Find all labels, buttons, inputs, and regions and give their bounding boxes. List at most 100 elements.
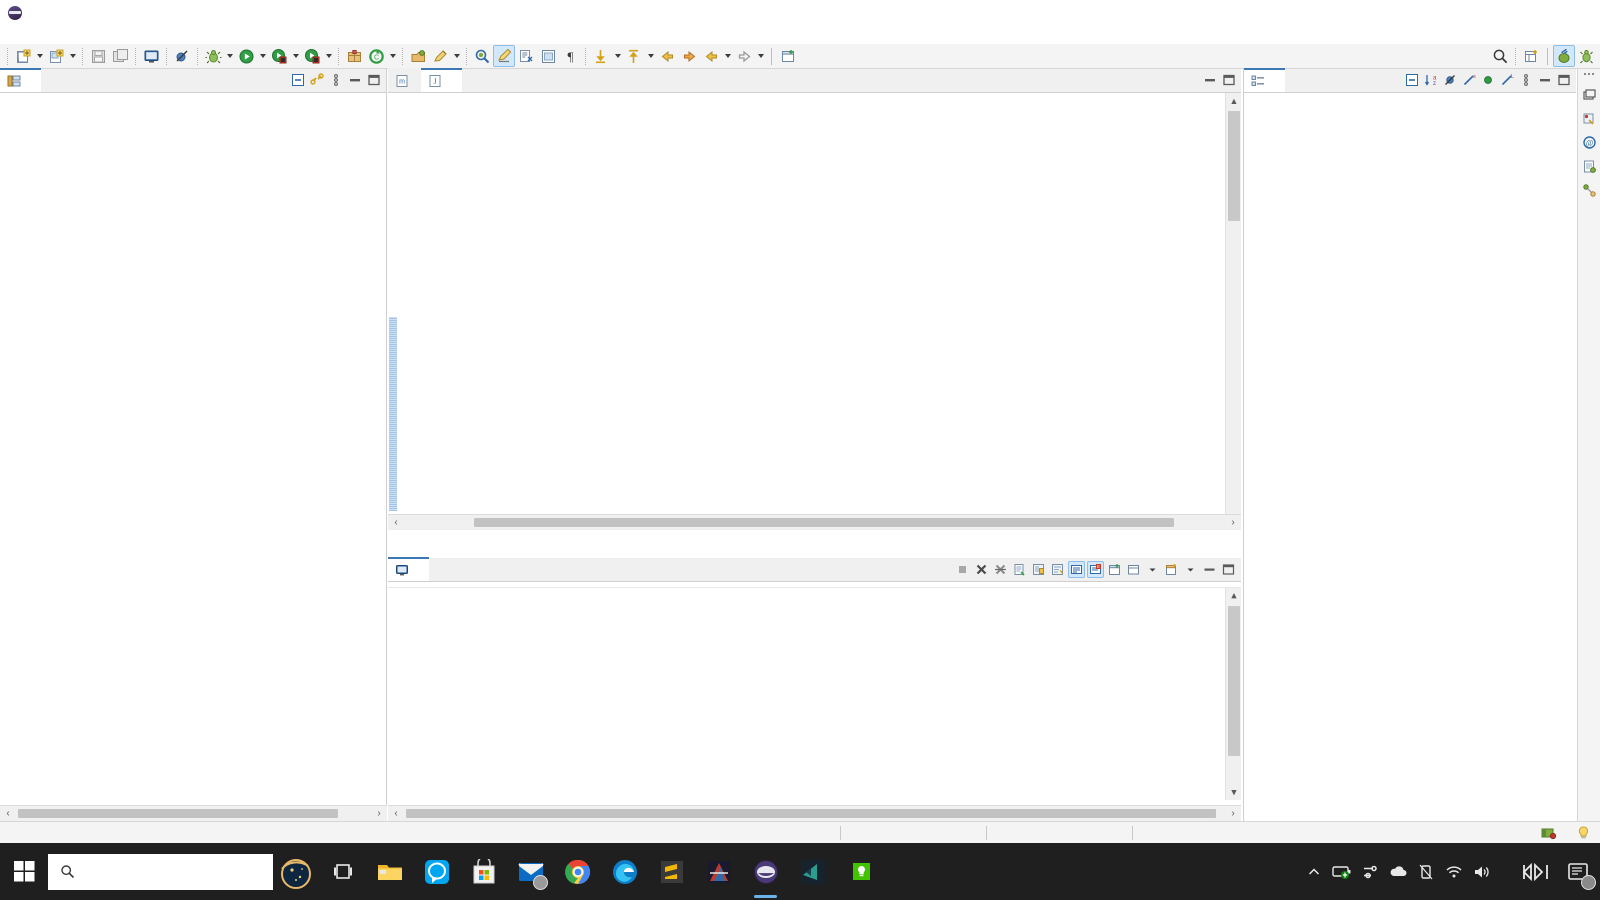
taskbar-clock[interactable] [1496,843,1516,900]
back-navigation-dropdown-icon[interactable] [722,45,733,67]
open-console-icon[interactable] [1106,561,1123,578]
wifi-icon[interactable] [1440,843,1468,900]
remove-all-terminated-icon[interactable] [992,561,1009,578]
editor-hscrollbar[interactable]: ‹ › [388,514,1241,530]
messenger-icon[interactable] [413,843,460,900]
toggle-mark-occurrences-icon[interactable] [493,45,515,67]
collapse-all-icon[interactable] [289,72,306,89]
menu-source[interactable] [39,34,55,36]
tab-pom-xml[interactable]: m [388,68,421,92]
scroll-thumb[interactable] [18,809,338,818]
editor-vscrollbar[interactable]: ▲ ▼ [1225,93,1241,530]
pencil-tool-icon[interactable] [429,45,451,67]
maximize-icon[interactable] [1220,72,1237,89]
status-heap-indicator[interactable] [1531,822,1567,844]
scroll-left-icon[interactable]: ‹ [388,806,404,821]
debug-icon[interactable] [202,45,224,67]
minimize-icon[interactable] [1536,72,1553,89]
tab-outline[interactable] [1244,68,1285,92]
scroll-up-icon[interactable]: ▲ [1226,93,1241,108]
save-icon[interactable] [87,45,109,67]
hide-nonpublic-icon[interactable] [1479,72,1496,89]
run-external-tools-dropdown-icon[interactable] [323,45,334,67]
search-javadoc-icon[interactable] [471,45,493,67]
restore-view-icon[interactable] [1581,86,1598,103]
view-menu-icon[interactable] [327,72,344,89]
new-window-icon[interactable] [777,45,799,67]
edge-icon[interactable] [601,843,648,900]
minimize-icon[interactable] [1201,72,1218,89]
collapse-all-icon[interactable] [1403,72,1420,89]
scroll-track[interactable] [404,515,1225,530]
previous-annotation-dropdown-icon[interactable] [645,45,656,67]
new-java-class-dropdown-icon[interactable] [67,45,78,67]
previous-annotation-icon[interactable] [623,45,645,67]
editor-marker-gutter[interactable] [388,93,399,530]
pencil-tool-dropdown-icon[interactable] [451,45,462,67]
run-external-tools-icon[interactable] [301,45,323,67]
outline-tree[interactable] [1244,93,1576,96]
next-annotation-dropdown-icon[interactable] [612,45,623,67]
package-explorer-tree[interactable] [0,93,386,818]
scroll-thumb[interactable] [1228,606,1240,756]
microsoft-store-icon[interactable] [460,843,507,900]
action-center-icon[interactable] [1556,843,1600,900]
menu-navigate[interactable] [71,34,87,36]
hide-static-icon[interactable]: s [1460,72,1477,89]
remove-launch-icon[interactable] [973,561,990,578]
scroll-thumb[interactable] [474,518,1174,527]
call-hierarchy-view-icon[interactable] [1581,182,1598,199]
eclipse-icon[interactable] [742,843,789,900]
maximize-icon[interactable] [365,72,382,89]
maximize-icon[interactable] [1220,561,1237,578]
open-perspective-icon[interactable] [407,45,429,67]
menu-project[interactable] [103,34,119,36]
javadoc-view-icon[interactable]: @ [1581,134,1598,151]
console-vscrollbar[interactable]: ▲ ▼ [1225,588,1241,800]
last-edit-location-icon[interactable] [656,45,678,67]
run-last-tool-dropdown-icon[interactable] [290,45,301,67]
settings-sync-icon[interactable] [1356,843,1384,900]
toggle-block-selection-icon[interactable] [537,45,559,67]
scroll-left-icon[interactable]: ‹ [0,806,16,821]
problems-view-icon[interactable] [1581,110,1598,127]
tab-pruebaconexion-java[interactable]: J [421,68,462,92]
menu-file[interactable] [7,34,23,36]
debug-perspective-icon[interactable] [1575,45,1597,67]
minimize-icon[interactable] [1201,561,1218,578]
hide-fields-icon[interactable] [1441,72,1458,89]
run-last-tool-icon[interactable] [268,45,290,67]
link-with-editor-icon[interactable] [308,72,325,89]
open-perspective-button-icon[interactable] [1520,45,1542,67]
sort-icon[interactable]: az [1422,72,1439,89]
show-console-on-output-icon[interactable] [1068,560,1085,578]
word-wrap-icon[interactable] [1049,561,1066,578]
console-hscrollbar[interactable]: ‹ › [388,805,1241,821]
open-type-icon[interactable]: C [365,45,387,67]
tab-console[interactable] [388,557,429,581]
open-type-dropdown-icon[interactable] [387,45,398,67]
forward-navigation-icon[interactable] [733,45,755,67]
menu-edit[interactable] [23,34,39,36]
menu-search[interactable] [87,34,103,36]
package-explorer-hscrollbar[interactable]: ‹ › [0,805,387,821]
vscode-insiders-icon[interactable] [789,843,836,900]
maximize-button[interactable] [1508,0,1554,25]
devices-icon[interactable] [1412,843,1440,900]
scroll-right-icon[interactable]: › [1225,515,1241,530]
tab-package-explorer[interactable] [0,68,41,92]
declaration-view-icon[interactable] [1581,158,1598,175]
scroll-thumb[interactable] [1228,111,1240,221]
app-icon[interactable] [695,843,742,900]
search-icon[interactable] [1489,45,1511,67]
forward-edit-location-icon[interactable] [678,45,700,67]
new-package-icon[interactable] [343,45,365,67]
chevron-down-icon[interactable] [1182,561,1199,578]
file-explorer-icon[interactable] [366,843,413,900]
scroll-track[interactable] [16,806,371,821]
forward-navigation-dropdown-icon[interactable] [755,45,766,67]
search-input[interactable] [48,853,273,890]
volume-icon[interactable] [1468,843,1496,900]
scroll-lock-icon[interactable] [1030,561,1047,578]
skip-breakpoints-icon[interactable] [171,45,193,67]
